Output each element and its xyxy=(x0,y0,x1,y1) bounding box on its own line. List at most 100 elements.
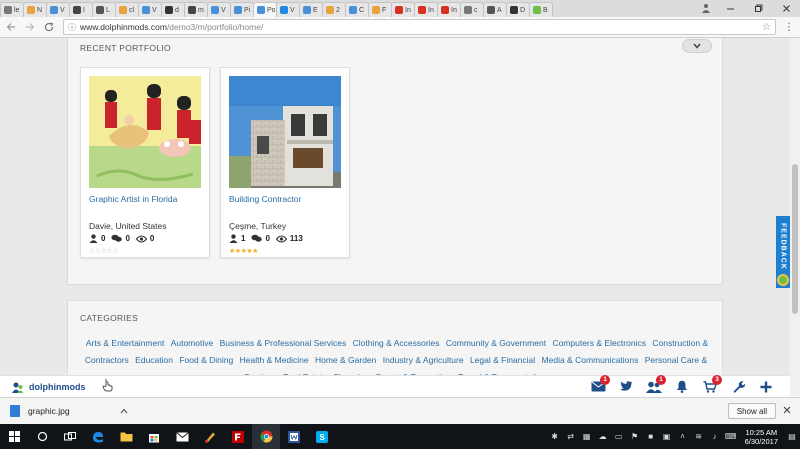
system-clock[interactable]: 10:25 AM 6/30/2017 xyxy=(745,428,778,446)
browser-tab[interactable]: c xyxy=(460,2,484,17)
browser-tab[interactable]: V xyxy=(207,2,231,17)
category-link[interactable]: Automotive xyxy=(171,338,214,348)
portfolio-card-title[interactable]: Building Contractor xyxy=(229,194,301,204)
keyboard-icon[interactable]: ⌨ xyxy=(725,431,737,443)
category-link[interactable]: Health & Medicine xyxy=(240,355,309,365)
feedback-globe-icon[interactable] xyxy=(777,274,789,286)
twitter-button[interactable] xyxy=(612,378,640,396)
settings-button[interactable] xyxy=(724,378,752,396)
app-tray-icon[interactable]: ■ xyxy=(645,431,657,443)
mail-button[interactable]: 1 xyxy=(584,374,612,396)
browser-tab[interactable]: B xyxy=(529,2,553,17)
category-link[interactable]: Business & Professional Services xyxy=(220,338,347,348)
portfolio-card[interactable]: Building Contractor Çeşme, Turkey 1 0 11… xyxy=(220,67,350,258)
notification-center-icon[interactable]: ▤ xyxy=(786,431,798,443)
mail-app-icon[interactable] xyxy=(168,424,196,449)
category-link[interactable]: Computers & Electronics xyxy=(552,338,646,348)
show-all-button[interactable]: Show all xyxy=(727,403,776,419)
download-item[interactable]: graphic.jpg xyxy=(10,405,128,417)
browser-tab[interactable]: Pi xyxy=(230,2,254,17)
browser-tab[interactable]: le xyxy=(0,2,24,17)
portfolio-card[interactable]: Graphic Artist in Florida Davie, United … xyxy=(80,67,210,258)
portfolio-thumbnail-graphic-artist[interactable] xyxy=(89,76,201,188)
network-tray-icon[interactable]: ▦ xyxy=(581,431,593,443)
category-link[interactable]: Community & Government xyxy=(446,338,546,348)
browser-tab[interactable]: F xyxy=(368,2,392,17)
search-icon[interactable] xyxy=(28,424,56,449)
category-link[interactable]: Industry & Agriculture xyxy=(383,355,464,365)
browser-tab[interactable]: E xyxy=(299,2,323,17)
browser-tab[interactable]: In xyxy=(391,2,415,17)
cart-button[interactable]: 3 xyxy=(696,374,724,396)
add-button[interactable] xyxy=(752,378,780,396)
browser-tab[interactable]: D xyxy=(506,2,530,17)
browser-tab[interactable]: d xyxy=(161,2,185,17)
pointer-hand-icon[interactable] xyxy=(101,378,114,395)
notifications-button[interactable] xyxy=(668,378,696,396)
display-icon[interactable]: ▭ xyxy=(613,431,625,443)
browser-tab[interactable]: L xyxy=(92,2,116,17)
page-info-icon[interactable]: ⓘ xyxy=(68,22,76,33)
bluetooth-icon[interactable]: ✱ xyxy=(549,431,561,443)
reload-icon[interactable] xyxy=(41,19,57,35)
task-view-icon[interactable] xyxy=(56,424,84,449)
flag-icon[interactable]: ⚑ xyxy=(629,431,641,443)
paint-app-icon[interactable] xyxy=(196,424,224,449)
wifi-icon[interactable]: ≋ xyxy=(693,431,705,443)
browser-tab[interactable]: V xyxy=(46,2,70,17)
volume-icon[interactable]: ♪ xyxy=(709,431,721,443)
scrollbar-thumb[interactable] xyxy=(792,164,798,314)
browser-tab[interactable]: cl xyxy=(115,2,139,17)
close-window-icon[interactable] xyxy=(772,0,800,17)
members-count: 0 xyxy=(101,234,106,243)
browser-tab[interactable]: C xyxy=(345,2,369,17)
browser-tab[interactable]: I xyxy=(69,2,93,17)
browser-tab[interactable]: N xyxy=(23,2,47,17)
chevron-up-icon[interactable] xyxy=(120,407,128,416)
edge-icon[interactable] xyxy=(84,424,112,449)
browser-menu-icon[interactable]: ⋮ xyxy=(782,22,796,33)
forward-icon[interactable] xyxy=(22,19,38,35)
collapse-button[interactable] xyxy=(682,39,712,53)
chrome-icon[interactable] xyxy=(252,424,280,449)
browser-tab[interactable]: In xyxy=(437,2,461,17)
browser-tab[interactable]: In xyxy=(414,2,438,17)
browser-tab[interactable]: V xyxy=(138,2,162,17)
category-link[interactable]: Arts & Entertainment xyxy=(86,338,164,348)
browser-tab[interactable]: m xyxy=(184,2,208,17)
file-explorer-icon[interactable] xyxy=(112,424,140,449)
back-icon[interactable] xyxy=(3,19,19,35)
chevron-up-tray-icon[interactable]: ˄ xyxy=(677,431,689,443)
category-link[interactable]: Media & Communications xyxy=(542,355,639,365)
browser-tab[interactable]: 2 xyxy=(322,2,346,17)
portfolio-thumbnail-building-contractor[interactable] xyxy=(229,76,341,188)
friends-button[interactable]: 1 xyxy=(640,374,668,396)
category-link[interactable]: Home & Garden xyxy=(315,355,376,365)
cloud-icon[interactable]: ☁ xyxy=(597,431,609,443)
restore-icon[interactable] xyxy=(744,0,772,17)
monitor-tray-icon[interactable]: ▣ xyxy=(661,431,673,443)
word-icon[interactable] xyxy=(280,424,308,449)
category-link[interactable]: Food & Dining xyxy=(179,355,233,365)
portfolio-card-title[interactable]: Graphic Artist in Florida xyxy=(89,194,177,204)
portfolio-card-stats: 1 0 113 xyxy=(229,234,309,243)
profile-icon[interactable] xyxy=(700,2,712,14)
browser-tab[interactable]: Po xyxy=(253,2,277,17)
filezilla-icon[interactable] xyxy=(224,424,252,449)
url-input[interactable]: ⓘ www.dolphinmods.com/demo3/m/portfolio/… xyxy=(63,19,776,35)
minimize-icon[interactable] xyxy=(716,0,744,17)
page-scrollbar[interactable] xyxy=(790,38,800,397)
close-icon[interactable] xyxy=(776,406,798,417)
browser-tab[interactable]: A xyxy=(483,2,507,17)
skype-icon[interactable]: S xyxy=(308,424,336,449)
star-icon: ☆ xyxy=(112,248,118,255)
category-link[interactable]: Legal & Financial xyxy=(470,355,535,365)
store-icon[interactable] xyxy=(140,424,168,449)
remote-icon[interactable]: ⇄ xyxy=(565,431,577,443)
category-link[interactable]: Clothing & Accessories xyxy=(353,338,440,348)
category-link[interactable]: Education xyxy=(135,355,173,365)
browser-tab[interactable]: V xyxy=(276,2,300,17)
windows-start-icon[interactable] xyxy=(0,424,28,449)
bookmark-star-icon[interactable]: ☆ xyxy=(762,22,771,33)
brand-link[interactable]: dolphinmods xyxy=(12,381,86,393)
